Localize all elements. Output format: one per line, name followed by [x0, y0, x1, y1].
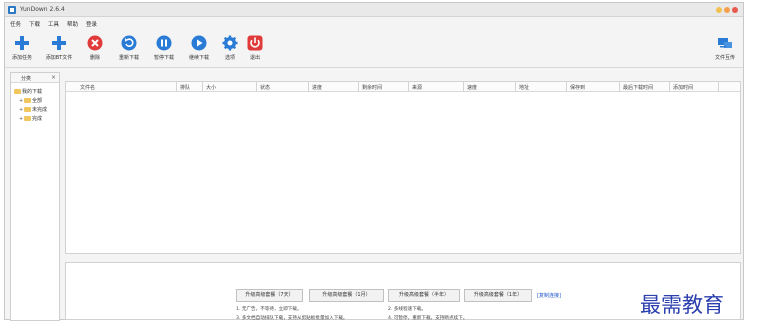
column-divider	[619, 82, 620, 92]
col-filename[interactable]: 文件名	[80, 84, 95, 91]
column-divider	[669, 82, 670, 92]
folder-icon	[24, 98, 31, 103]
add-task-button[interactable]: 添加任务	[8, 35, 36, 61]
tree-item-all[interactable]: + 全部	[19, 97, 42, 104]
column-divider	[408, 82, 409, 92]
file-transfer-icon	[718, 38, 732, 48]
col-queue[interactable]: 排队	[180, 84, 190, 91]
delete-button[interactable]: 删除	[85, 35, 105, 61]
folder-icon	[24, 107, 31, 112]
column-divider	[256, 82, 257, 92]
tree-item-incomplete[interactable]: + 未完成	[19, 106, 47, 113]
window-title: YunDown 2.6.4	[20, 6, 65, 13]
menu-tools[interactable]: 工具	[48, 20, 59, 28]
pause-icon	[156, 35, 172, 51]
col-address[interactable]: 地址	[519, 84, 529, 91]
col-last-download-time[interactable]: 最后下载时间	[623, 84, 653, 91]
resume-download-label: 继续下载	[188, 55, 209, 61]
col-source[interactable]: 来源	[412, 84, 422, 91]
toolbar: 添加任务 添加BT文件 删除 重新下载 暂停下载 继续下载 选项 退出 文件互传	[5, 30, 743, 68]
app-logo-icon	[8, 6, 16, 14]
menu-task[interactable]: 任务	[10, 20, 21, 28]
tree-item-label: 未完成	[32, 107, 48, 113]
gear-icon	[222, 35, 238, 51]
col-size[interactable]: 大小	[206, 84, 216, 91]
info-line: 4. 可暂停，重新下载，支持断点续下。	[388, 316, 468, 321]
add-task-label: 添加任务	[11, 55, 32, 61]
close-window-button[interactable]	[732, 7, 738, 13]
plus-icon	[15, 36, 29, 50]
title-bar: YunDown 2.6.4	[5, 3, 743, 17]
upgrade-7days-button[interactable]: 升级高级套餐（7天）	[236, 289, 303, 302]
col-remaining-time[interactable]: 剩余时间	[362, 84, 382, 91]
col-progress[interactable]: 进度	[312, 84, 322, 91]
info-line: 3. 多文档自动排队下载，支持从剪贴板批量加入下载。	[236, 316, 348, 321]
plus-icon	[52, 36, 66, 50]
redownload-icon	[121, 35, 137, 51]
tree-item-label: 我的下载	[22, 89, 43, 95]
redownload-label: 重新下载	[118, 55, 139, 61]
column-divider	[202, 82, 203, 92]
tree-item-my-downloads[interactable]: 我的下载	[14, 88, 42, 95]
pause-download-button[interactable]: 暂停下载	[150, 35, 178, 61]
menu-download[interactable]: 下载	[29, 20, 40, 28]
column-divider	[515, 82, 516, 92]
download-table: 文件名 排队 大小 状态 进度 剩余时间 来源 速度 地址 保存到 最后下载时间…	[65, 81, 741, 254]
add-bt-file-label: 添加BT文件	[45, 55, 73, 61]
menu-bar: 任务 下载 工具 帮助 登录	[5, 18, 743, 29]
menu-login[interactable]: 登录	[86, 20, 97, 28]
folder-icon	[24, 116, 31, 121]
column-divider	[176, 82, 177, 92]
delete-icon	[87, 35, 103, 51]
watermark: 最需教育	[640, 293, 724, 317]
power-icon	[247, 35, 263, 51]
add-bt-file-button[interactable]: 添加BT文件	[42, 35, 76, 61]
table-header: 文件名 排队 大小 状态 进度 剩余时间 来源 速度 地址 保存到 最后下载时间…	[66, 82, 740, 92]
exit-label: 退出	[249, 55, 260, 61]
tree-item-label: 全部	[32, 98, 43, 104]
menu-help[interactable]: 帮助	[67, 20, 78, 28]
category-title: 分类	[21, 76, 32, 82]
column-divider	[358, 82, 359, 92]
col-added-time[interactable]: 添加时间	[673, 84, 693, 91]
column-divider	[308, 82, 309, 92]
options-label: 选项	[224, 55, 235, 61]
category-header: 分类 ×	[11, 73, 59, 83]
info-line: 1. 无广告，不等待，立即下载。	[236, 307, 302, 312]
resume-download-button[interactable]: 继续下载	[185, 35, 213, 61]
tree-item-label: 完成	[32, 116, 43, 122]
redownload-button[interactable]: 重新下载	[115, 35, 143, 61]
info-line: 2. 多线程速下载。	[388, 307, 427, 312]
options-button[interactable]: 选项	[220, 35, 240, 61]
col-save-to[interactable]: 保存到	[570, 84, 585, 91]
play-icon	[191, 35, 207, 51]
upgrade-halfyear-button[interactable]: 升级高级套餐（半年）	[388, 289, 460, 302]
col-status[interactable]: 状态	[260, 84, 270, 91]
column-divider	[718, 82, 719, 92]
file-transfer-label: 文件互传	[714, 55, 735, 61]
copy-link[interactable]: [复制连接]	[537, 292, 561, 299]
folder-icon	[14, 89, 21, 94]
category-pane: 分类 × 我的下载 + 全部 + 未完成 + 完成	[10, 72, 60, 321]
category-close-button[interactable]: ×	[51, 74, 56, 81]
column-divider	[463, 82, 464, 92]
column-divider	[566, 82, 567, 92]
minimize-button[interactable]	[716, 7, 722, 13]
file-transfer-button[interactable]: 文件互传	[711, 35, 739, 61]
maximize-button[interactable]	[724, 7, 730, 13]
upgrade-1year-button[interactable]: 升级高级套餐（1年）	[464, 289, 532, 302]
col-speed[interactable]: 速度	[467, 84, 477, 91]
upgrade-1month-button[interactable]: 升级高级套餐（1月）	[309, 289, 384, 302]
app-window: YunDown 2.6.4 任务 下载 工具 帮助 登录 添加任务 添加BT文件…	[4, 2, 744, 321]
pause-download-label: 暂停下载	[153, 55, 174, 61]
tree-item-complete[interactable]: + 完成	[19, 115, 42, 122]
exit-button[interactable]: 退出	[245, 35, 265, 61]
delete-label: 删除	[89, 55, 100, 61]
